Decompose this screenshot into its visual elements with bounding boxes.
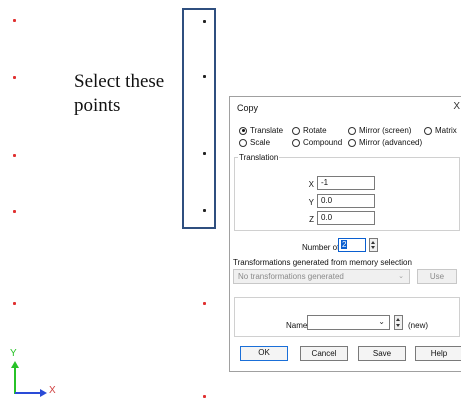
radio-label: Translate [250,126,284,135]
callout-text: Select these points [74,71,165,116]
radio-translate[interactable]: Translate [239,126,283,135]
help-button[interactable]: Help [415,346,461,361]
canvas-point[interactable] [13,19,16,22]
x-axis-line [15,392,43,394]
dialog-titlebar[interactable]: Copy X [230,97,461,119]
use-button: Use [417,269,457,284]
memory-selection-label: Transformations generated from memory se… [233,258,412,267]
radio-unchecked-icon [239,138,247,147]
spin-up-icon[interactable] [396,318,400,321]
close-icon[interactable]: X [453,101,460,112]
ok-button[interactable]: OK [240,346,288,361]
canvas-point[interactable] [13,154,16,157]
copies-value: 2 [341,240,348,249]
chevron-down-icon[interactable]: ⌄ [378,317,385,326]
spin-down-icon[interactable] [396,324,400,327]
name-new-label: (new) [408,321,429,330]
radio-scale[interactable]: Scale [239,138,270,147]
x-axis-label: X [49,385,56,396]
y-axis-label: Y [10,348,17,359]
y-field-label: Y [308,198,314,207]
z-field-label: Z [309,215,314,224]
name-label: Name [286,321,308,330]
dialog-title: Copy [237,103,259,113]
name-stepper[interactable] [394,315,403,330]
canvas-point[interactable] [13,302,16,305]
radio-unchecked-icon [348,126,356,135]
copy-dialog: Copy X Translate Rotate Mirror (screen) … [229,96,461,372]
z-translation-input[interactable]: 0.0 [317,211,375,225]
name-combobox[interactable]: ⌄ [307,315,390,330]
radio-label: Matrix [435,126,457,135]
x-axis-arrow-icon [40,389,47,397]
canvas-point[interactable] [13,76,16,79]
radio-checked-icon [239,126,247,135]
spin-up-icon[interactable] [371,241,375,244]
save-button[interactable]: Save [358,346,406,361]
radio-rotate[interactable]: Rotate [292,126,327,135]
radio-matrix[interactable]: Matrix [424,126,457,135]
radio-unchecked-icon [348,138,356,147]
canvas-point[interactable] [203,395,206,398]
radio-label: Compound [303,138,343,147]
radio-label: Mirror (screen) [359,126,412,135]
copies-stepper[interactable] [369,238,378,252]
radio-label: Mirror (advanced) [359,138,423,147]
copies-input[interactable]: 2 [338,238,366,252]
y-translation-input[interactable]: 0.0 [317,194,375,208]
selection-highlight-box [182,8,216,229]
radio-unchecked-icon [292,126,300,135]
radio-mirror-screen[interactable]: Mirror (screen) [348,126,411,135]
y-axis-arrow-icon [11,361,19,368]
chevron-down-icon: ⌄ [398,273,404,280]
spin-down-icon[interactable] [371,246,375,249]
radio-compound[interactable]: Compound [292,138,342,147]
radio-label: Rotate [303,126,327,135]
cancel-button[interactable]: Cancel [300,346,348,361]
radio-label: Scale [250,138,271,147]
memory-select-value: No transformations generated [238,272,344,281]
canvas-point[interactable] [203,302,206,305]
x-translation-input[interactable]: -1 [317,176,375,190]
y-axis-line [14,364,16,394]
radio-mirror-advanced[interactable]: Mirror (advanced) [348,138,422,147]
memory-transformations-select: No transformations generated ⌄ [233,269,410,284]
x-field-label: X [308,180,314,189]
radio-unchecked-icon [424,126,432,135]
canvas-point[interactable] [13,210,16,213]
translation-group-label: Translation [238,153,280,162]
radio-unchecked-icon [292,138,300,147]
